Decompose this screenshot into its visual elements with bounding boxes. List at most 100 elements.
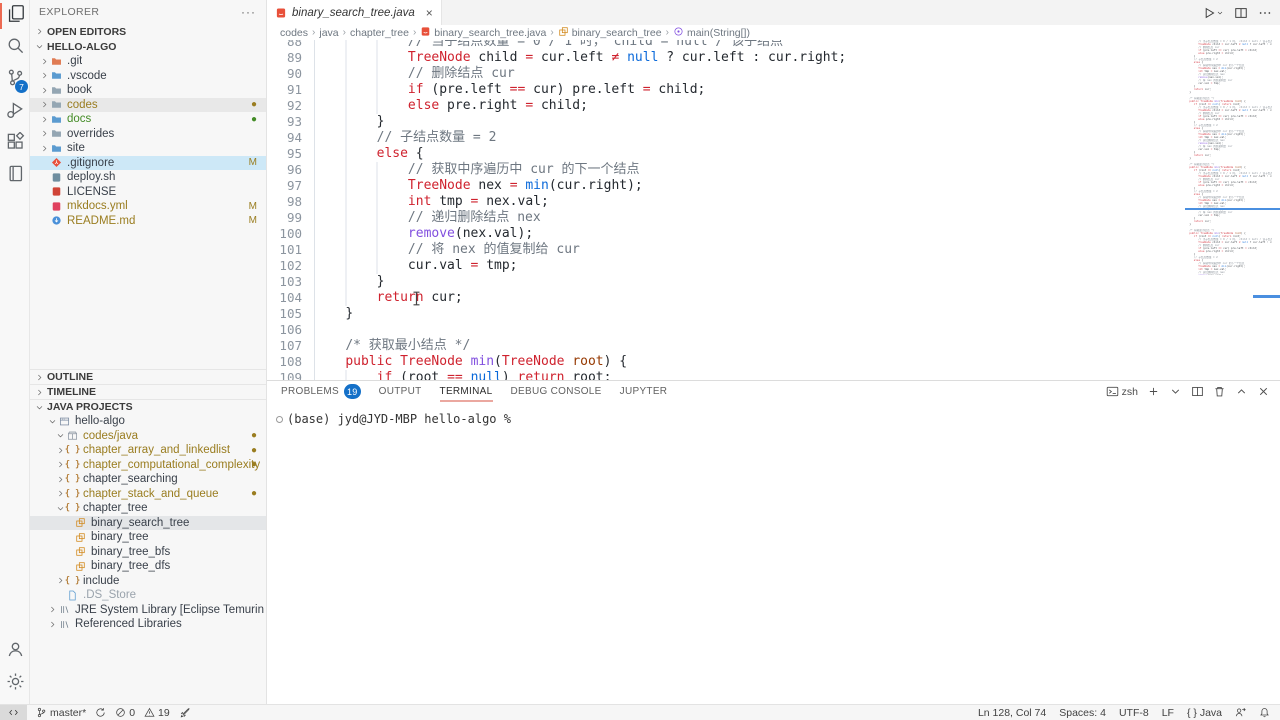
maximize-panel-button[interactable] <box>1235 385 1248 398</box>
split-editor-button[interactable] <box>1234 6 1248 20</box>
activity-debug-button[interactable] <box>0 96 30 128</box>
code-line-103[interactable]: 103 } <box>267 274 1185 290</box>
breadcrumb-item[interactable]: java <box>319 27 338 39</box>
code-line-102[interactable]: 102 cur.val = tmp; <box>267 258 1185 274</box>
activity-settings-button[interactable] <box>0 668 30 700</box>
jp-chapter-searching[interactable]: { }chapter_searching <box>30 472 266 487</box>
section-root-folder[interactable]: HELLO-ALGO <box>30 39 266 54</box>
new-terminal-button[interactable] <box>1147 385 1160 398</box>
split-terminal-button[interactable] <box>1191 385 1204 398</box>
code-line-90[interactable]: 90 // 删除结点 cur <box>267 66 1185 82</box>
code-line-104[interactable]: 104 return cur; <box>267 290 1185 306</box>
status-sync[interactable] <box>95 705 106 720</box>
status-branch[interactable]: master* <box>36 705 86 720</box>
activity-scm-button[interactable]: 7 <box>0 64 30 96</box>
code-line-105[interactable]: 105 } <box>267 306 1185 322</box>
panel-tab-jupyter[interactable]: JUPYTER <box>620 381 668 402</box>
jp-chapter-tree[interactable]: { }chapter_tree <box>30 501 266 516</box>
code-line-106[interactable]: 106 <box>267 322 1185 338</box>
code-line-94[interactable]: 94 // 子结点数量 = 2 <box>267 130 1185 146</box>
file-vscode[interactable]: .vscode <box>30 69 266 84</box>
file-gitignore[interactable]: .gitignoreM <box>30 156 266 171</box>
activity-extensions-button[interactable] <box>0 128 30 160</box>
close-tab-icon[interactable]: × <box>426 6 433 20</box>
status-eol[interactable]: LF <box>1162 705 1174 720</box>
code-line-101[interactable]: 101 // 将 nex 的值复制给 cur <box>267 242 1185 258</box>
panel-tab-debug-console[interactable]: DEBUG CONSOLE <box>511 381 602 402</box>
code-line-95[interactable]: 95 else { <box>267 146 1185 162</box>
file-mkdocs-yml[interactable]: mkdocs.ymlM <box>30 199 266 214</box>
section-outline[interactable]: OUTLINE <box>30 369 266 384</box>
run-button[interactable] <box>1202 6 1216 20</box>
breadcrumb-item[interactable]: binary_search_tree <box>558 26 662 40</box>
jp-hello-algo[interactable]: hello-algo <box>30 414 266 429</box>
status-notifications[interactable] <box>1259 705 1270 720</box>
section-timeline[interactable]: TIMELINE <box>30 384 266 399</box>
close-panel-button[interactable] <box>1257 385 1270 398</box>
terminal[interactable]: (base) jyd@JYD-MBP hello-algo % <box>267 402 1280 426</box>
breadcrumb-item[interactable]: main(String[]) <box>673 26 750 40</box>
tab-binary-search-tree[interactable]: binary_search_tree.java × <box>267 0 442 25</box>
code-line-99[interactable]: 99 // 递归删除结点 nex <box>267 210 1185 226</box>
jp-ds-store[interactable]: .DS_Store <box>30 588 266 603</box>
file-docs[interactable]: docs● <box>30 112 266 127</box>
jp-binary-tree[interactable]: binary_tree <box>30 530 266 545</box>
code-line-88[interactable]: 88 // 当子结点数量 = 0 / 1 时， child = null / 该… <box>267 40 1185 50</box>
more-actions-button[interactable] <box>1258 6 1272 20</box>
code-editor[interactable]: 88 // 当子结点数量 = 0 / 1 时， child = null / 该… <box>267 40 1280 380</box>
code-line-89[interactable]: 89 TreeNode child = cur.left ≠ null ? cu… <box>267 50 1185 66</box>
code-line-98[interactable]: 98 int tmp = nex.val; <box>267 194 1185 210</box>
jp-chapter-stack-and-queue[interactable]: { }chapter_stack_and_queue● <box>30 487 266 502</box>
breadcrumb-item[interactable]: binary_search_tree.java <box>420 26 546 40</box>
status-warnings[interactable]: 19 <box>144 705 170 720</box>
terminal-dropdown-chevron[interactable] <box>1169 385 1182 398</box>
kill-terminal-button[interactable] <box>1213 385 1226 398</box>
file-deploy-sh[interactable]: deploy.sh <box>30 170 266 185</box>
jp-jre-system-library-eclipse-temurin-17-17[interactable]: JRE System Library [Eclipse Temurin 17 [… <box>30 603 266 618</box>
section-open-editors[interactable]: OPEN EDITORS <box>30 24 266 39</box>
file-overrides[interactable]: overrides <box>30 127 266 142</box>
activity-notebook-button[interactable] <box>0 160 30 192</box>
jp-include[interactable]: { }include <box>30 574 266 589</box>
file-codes[interactable]: codes● <box>30 98 266 113</box>
code-line-109[interactable]: 109 if (root == null) return root; <box>267 370 1185 380</box>
activity-search-button[interactable] <box>0 32 30 64</box>
jp-binary-tree-dfs[interactable]: binary_tree_dfs <box>30 559 266 574</box>
file-book[interactable]: book <box>30 83 266 98</box>
jp-referenced-libraries[interactable]: Referenced Libraries <box>30 617 266 632</box>
code-line-97[interactable]: 97 TreeNode nex = min(cur.right); <box>267 178 1185 194</box>
code-line-100[interactable]: 100 remove(nex.val); <box>267 226 1185 242</box>
views-and-more-actions-button[interactable]: ··· <box>241 5 256 19</box>
status-indentation[interactable]: Spaces: 4 <box>1059 705 1106 720</box>
shell-selector[interactable]: zsh <box>1106 385 1138 398</box>
status-encoding[interactable]: UTF-8 <box>1119 705 1149 720</box>
code-line-107[interactable]: 107 /* 获取最小结点 */ <box>267 338 1185 354</box>
code-line-91[interactable]: 91 if (pre.left == cur) pre.left = child… <box>267 82 1185 98</box>
breadcrumb-item[interactable]: codes <box>280 27 308 39</box>
activity-account-button[interactable] <box>0 636 30 668</box>
run-dropdown-chevron-icon[interactable] <box>1216 4 1224 22</box>
section-java-projects[interactable]: JAVA PROJECTS <box>30 399 266 414</box>
jp-chapter-array-and-linkedlist[interactable]: { }chapter_array_and_linkedlist● <box>30 443 266 458</box>
status-language-mode[interactable]: { } Java <box>1187 705 1222 720</box>
code-line-96[interactable]: 96 // 获取中序遍历中 cur 的下一个结点 <box>267 162 1185 178</box>
activity-explorer-button[interactable] <box>0 0 30 32</box>
status-errors[interactable]: 0 <box>115 705 135 720</box>
panel-tab-problems[interactable]: PROBLEMS19 <box>281 381 361 402</box>
jp-binary-search-tree[interactable]: binary_search_tree <box>30 516 266 531</box>
jp-chapter-computational-complexity[interactable]: { }chapter_computational_complexity● <box>30 458 266 473</box>
file-site[interactable]: site <box>30 141 266 156</box>
remote-indicator-button[interactable] <box>0 705 27 720</box>
minimap[interactable]: // 当子结点数量 = 0 / 1 时， child = null / 该子结点… <box>1185 40 1272 275</box>
panel-tab-terminal[interactable]: TERMINAL <box>440 381 493 402</box>
file-readme-md[interactable]: README.mdM <box>30 214 266 229</box>
panel-tab-output[interactable]: OUTPUT <box>379 381 422 402</box>
file-git[interactable]: .git <box>30 54 266 69</box>
status-feedback[interactable] <box>1235 705 1246 720</box>
status-cursor-position[interactable]: Ln 128, Col 74 <box>978 705 1046 720</box>
code-line-92[interactable]: 92 else pre.right = child; <box>267 98 1185 114</box>
breadcrumb-item[interactable]: chapter_tree <box>350 27 409 39</box>
code-line-108[interactable]: 108 public TreeNode min(TreeNode root) { <box>267 354 1185 370</box>
jp-codes-java[interactable]: codes/java● <box>30 429 266 444</box>
status-java-status[interactable] <box>179 705 190 720</box>
